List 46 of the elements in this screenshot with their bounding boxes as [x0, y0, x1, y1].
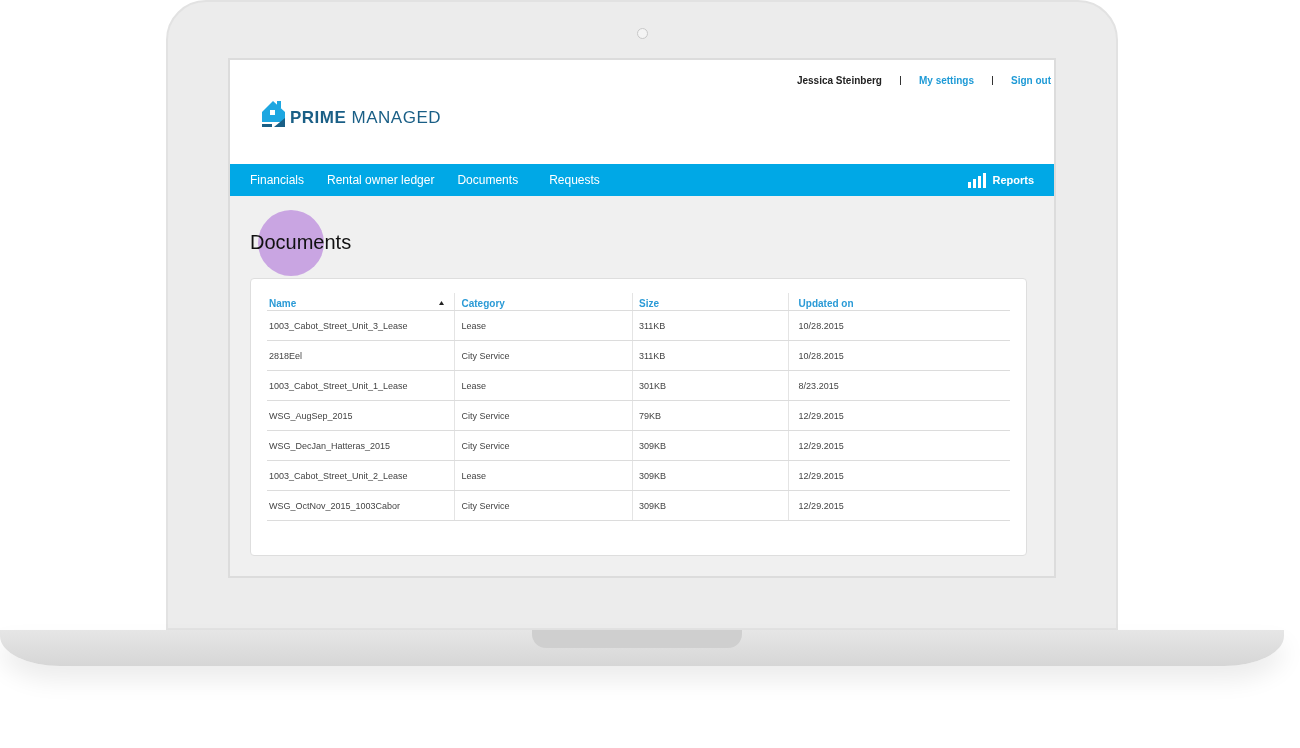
table-cell: 309KB [639, 440, 667, 451]
table-cell: 12/29.2015 [798, 500, 844, 511]
nav-item[interactable]: Rental owner ledger [327, 173, 435, 187]
table-cell: 2818Eel [269, 350, 303, 361]
table-cell: Lease [461, 380, 486, 391]
page-title: Documents [250, 230, 352, 254]
column-header[interactable]: Category [461, 298, 505, 309]
table-cell: 12/29.2015 [798, 470, 844, 481]
table-cell: WSG_AugSep_2015 [269, 410, 353, 421]
nav-item[interactable]: Requests [549, 173, 600, 187]
table-cell: 12/29.2015 [798, 410, 844, 421]
house-logo-icon [260, 98, 287, 128]
table-cell: 79KB [639, 410, 662, 421]
logo-wordmark: PRIME MANAGED [290, 108, 442, 128]
table-cell: City Service [461, 410, 510, 421]
table-cell: 1003_Cabot_Street_Unit_1_Lease [269, 380, 408, 391]
table-cell: 309KB [639, 500, 667, 511]
table-cell: City Service [461, 500, 510, 511]
table-cell: WSG_DecJan_Hatteras_2015 [269, 440, 391, 451]
bar-chart-icon [968, 172, 987, 188]
table-cell: 12/29.2015 [798, 440, 844, 451]
table-cell: 10/28.2015 [798, 350, 844, 361]
table-cell: Lease [461, 470, 486, 481]
column-header[interactable]: Updated on [798, 298, 854, 309]
table-cell: Lease [461, 320, 486, 331]
reports-link[interactable]: Reports [968, 172, 1034, 188]
table-cell: 311KB [639, 350, 666, 361]
user-name: Jessica Steinberg [796, 74, 882, 86]
column-header[interactable]: Name [269, 298, 297, 309]
table-cell: 8/23.2015 [798, 380, 839, 391]
column-header[interactable]: Size [639, 298, 659, 309]
nav-item[interactable]: Documents [457, 173, 519, 187]
table-cell: 10/28.2015 [798, 320, 844, 331]
header-link[interactable]: My settings [919, 74, 974, 86]
sort-up-icon[interactable] [439, 301, 445, 305]
table-cell: 311KB [639, 320, 666, 331]
table-cell: 1003_Cabot_Street_Unit_3_Lease [269, 320, 408, 331]
table-cell: 301KB [639, 380, 667, 391]
table-cell: WSG_OctNov_2015_1003Cabor [269, 500, 401, 511]
header-link[interactable]: Sign out [1011, 74, 1051, 86]
camera-icon [637, 28, 648, 39]
table-cell: 309KB [639, 470, 667, 481]
table-cell: City Service [461, 350, 510, 361]
table-cell: 1003_Cabot_Street_Unit_2_Lease [269, 470, 408, 481]
table-cell: City Service [461, 440, 510, 451]
nav-item[interactable]: Financials [250, 173, 305, 187]
